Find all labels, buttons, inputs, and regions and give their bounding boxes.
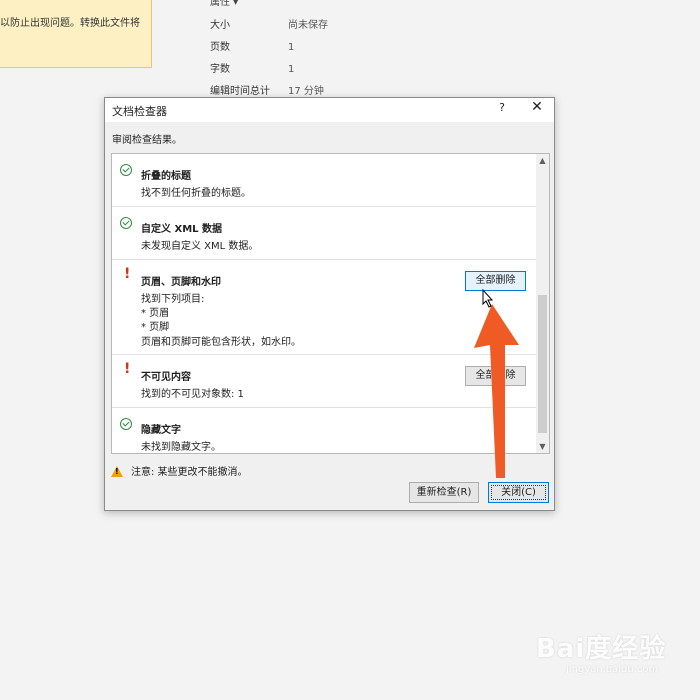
annotation-arrow-icon bbox=[474, 304, 519, 478]
baidu-jingyan-logo: Bai度经验 bbox=[536, 634, 667, 664]
watermark-url: jingyan.baidu.com bbox=[566, 664, 659, 675]
mouse-cursor-icon bbox=[482, 289, 494, 308]
